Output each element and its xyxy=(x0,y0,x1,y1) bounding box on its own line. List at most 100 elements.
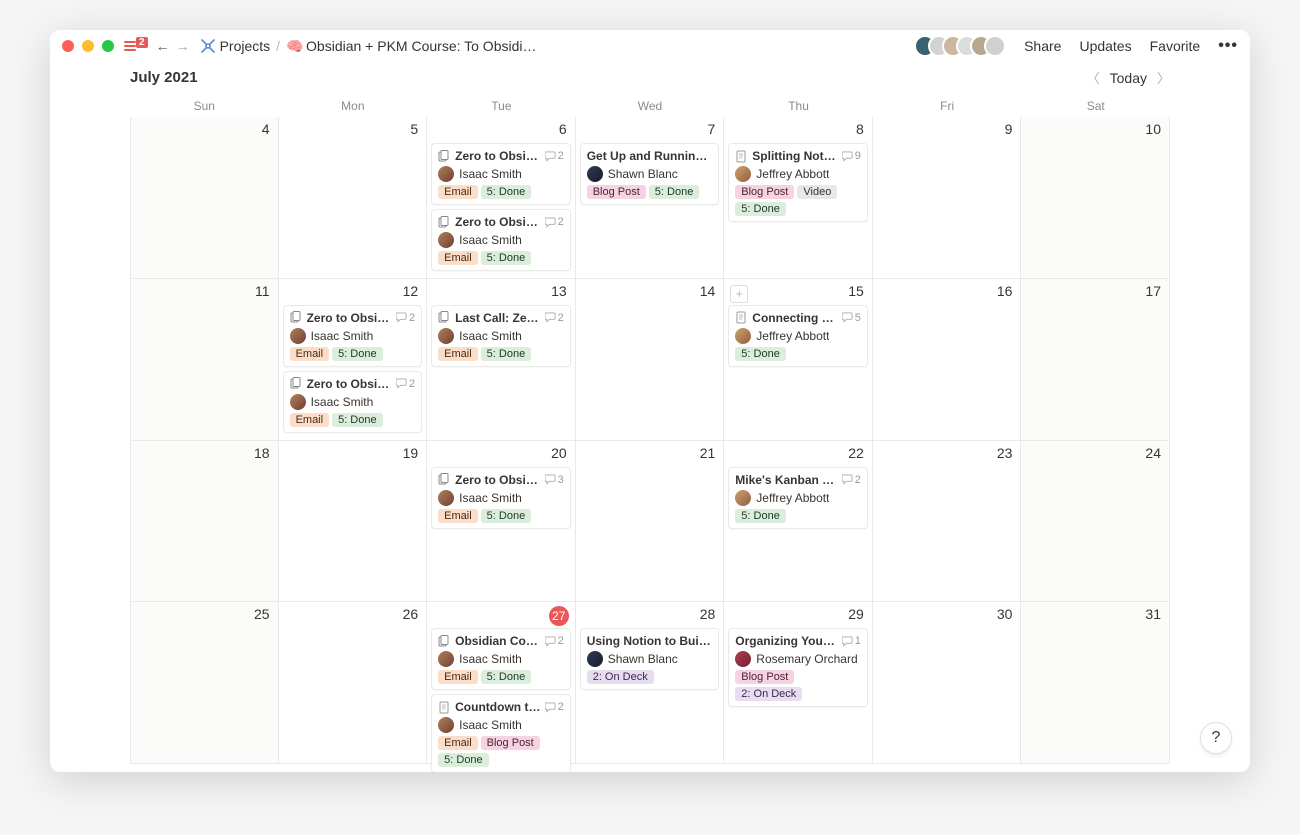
calendar-cell[interactable]: 4+ xyxy=(130,117,279,279)
next-month[interactable]: 〉 xyxy=(1157,68,1170,87)
breadcrumb-root[interactable]: Projects xyxy=(200,38,271,54)
calendar-cell[interactable]: 10+ xyxy=(1021,117,1170,279)
task-notification-icon[interactable]: 2 xyxy=(124,38,148,54)
calendar-cell[interactable]: 18+ xyxy=(130,441,279,603)
date-number: 8 xyxy=(856,121,864,137)
tag: 5: Done xyxy=(649,185,700,199)
tag: 5: Done xyxy=(481,670,532,684)
assignee-row: Jeffrey Abbott xyxy=(735,166,861,182)
collaborator-avatar[interactable] xyxy=(984,35,1006,57)
calendar-cell[interactable]: 26+ xyxy=(279,602,428,764)
calendar-card[interactable]: Organizing Your Ob…1Rosemary OrchardBlog… xyxy=(728,628,868,707)
calendar-cell[interactable]: 7+Get Up and Running Wit…Shawn BlancBlog… xyxy=(576,117,725,279)
calendar-card[interactable]: Zero to Obsidian…3Isaac SmithEmail5: Don… xyxy=(431,467,571,529)
calendar-card[interactable]: Zero to Obsidian…2Isaac SmithEmail5: Don… xyxy=(431,143,571,205)
collaborator-avatars[interactable] xyxy=(914,35,1006,57)
tag: 5: Done xyxy=(332,347,383,361)
calendar-grid: 4+5+6+Zero to Obsidian…2Isaac SmithEmail… xyxy=(50,117,1250,772)
date-number: 4 xyxy=(262,121,270,137)
share-button[interactable]: Share xyxy=(1024,38,1061,54)
calendar-cell[interactable]: 8+Splitting Notes i…9Jeffrey AbbottBlog … xyxy=(724,117,873,279)
calendar-card[interactable]: Zero to Obsidian…2Isaac SmithEmail5: Don… xyxy=(283,371,423,433)
calendar-cell[interactable]: 16+ xyxy=(873,279,1022,441)
calendar-cell[interactable]: 20+Zero to Obsidian…3Isaac SmithEmail5: … xyxy=(427,441,576,603)
assignee-name: Isaac Smith xyxy=(311,329,374,343)
calendar-cell[interactable]: 11+ xyxy=(130,279,279,441)
calendar-cell[interactable]: 6+Zero to Obsidian…2Isaac SmithEmail5: D… xyxy=(427,117,576,279)
maximize-window[interactable] xyxy=(102,40,114,52)
comment-count: 1 xyxy=(842,635,861,647)
help-button[interactable]: ? xyxy=(1200,722,1232,754)
date-number: 13 xyxy=(551,283,567,299)
card-title-row: Last Call: Zero t… 2 xyxy=(438,311,564,325)
calendar-cell[interactable]: 30+ xyxy=(873,602,1022,764)
day-header: Sun xyxy=(130,95,279,117)
assignee-name: Isaac Smith xyxy=(459,652,522,666)
document-icon xyxy=(438,701,451,714)
favorite-button[interactable]: Favorite xyxy=(1150,38,1201,54)
calendar-card[interactable]: Connecting Notes5Jeffrey Abbott5: Done xyxy=(728,305,868,367)
assignee-avatar xyxy=(438,328,454,344)
calendar-cell[interactable]: 19+ xyxy=(279,441,428,603)
tag: 5: Done xyxy=(735,509,786,523)
more-menu-icon[interactable]: ••• xyxy=(1218,37,1238,55)
assignee-avatar xyxy=(438,717,454,733)
add-card-button[interactable]: + xyxy=(730,285,748,303)
card-title-row: Organizing Your Ob…1 xyxy=(735,634,861,648)
calendar-cell[interactable]: 14+ xyxy=(576,279,725,441)
tags-row: Email5: Done xyxy=(438,251,564,265)
calendar-cell[interactable]: 15 + Connecting Notes5Jeffrey Abbott5: Don… xyxy=(724,279,873,441)
date-number: 5 xyxy=(410,121,418,137)
calendar-card[interactable]: Last Call: Zero t…2Isaac SmithEmail5: Do… xyxy=(431,305,571,367)
date-number: 24 xyxy=(1145,445,1161,461)
calendar-card[interactable]: Obsidian Course…2Isaac SmithEmail5: Done xyxy=(431,628,571,690)
calendar-cell[interactable]: 29+Organizing Your Ob…1Rosemary OrchardB… xyxy=(724,602,873,764)
calendar-cell[interactable]: 9+ xyxy=(873,117,1022,279)
comment-count: 2 xyxy=(545,312,564,324)
calendar-cell[interactable]: 12+Zero to Obsidian…2Isaac SmithEmail5: … xyxy=(279,279,428,441)
calendar-cell[interactable]: 22+Mike's Kanban Writ…2Jeffrey Abbott5: … xyxy=(724,441,873,603)
calendar-card[interactable]: Get Up and Running Wit…Shawn BlancBlog P… xyxy=(580,143,720,205)
calendar-cell[interactable]: 24+ xyxy=(1021,441,1170,603)
calendar-cell[interactable]: 21+ xyxy=(576,441,725,603)
pages-icon xyxy=(438,473,451,486)
calendar-cell[interactable]: 25+ xyxy=(130,602,279,764)
close-window[interactable] xyxy=(62,40,74,52)
days-header: SunMonTueWedThuFriSat xyxy=(50,95,1250,117)
tags-row: Blog PostVideo5: Done xyxy=(735,185,861,216)
tags-row: 5: Done xyxy=(735,347,861,361)
breadcrumb-page[interactable]: 🧠 Obsidian + PKM Course: To Obsidi… xyxy=(286,38,536,54)
calendar-cell[interactable]: 23+ xyxy=(873,441,1022,603)
calendar-cell[interactable]: 5+ xyxy=(279,117,428,279)
calendar-cell[interactable]: 13+Last Call: Zero t…2Isaac SmithEmail5:… xyxy=(427,279,576,441)
nav-back[interactable]: ← xyxy=(156,38,170,54)
calendar-cell[interactable]: 17+ xyxy=(1021,279,1170,441)
assignee-name: Isaac Smith xyxy=(459,718,522,732)
calendar-card[interactable]: Splitting Notes i…9Jeffrey AbbottBlog Po… xyxy=(728,143,868,222)
comment-count: 2 xyxy=(545,216,564,228)
calendar-cell[interactable]: 28+Using Notion to Build O…Shawn Blanc2:… xyxy=(576,602,725,764)
calendar-card[interactable]: Zero to Obsidian…2Isaac SmithEmail5: Don… xyxy=(431,209,571,271)
calendar-cell[interactable]: 31+ xyxy=(1021,602,1170,764)
today-button[interactable]: Today xyxy=(1110,70,1147,86)
prev-month[interactable]: 〈 xyxy=(1087,68,1100,87)
date-number: 22 xyxy=(848,445,864,461)
updates-button[interactable]: Updates xyxy=(1079,38,1131,54)
date-number: 15 xyxy=(848,283,864,299)
nav-forward[interactable]: → xyxy=(176,38,190,54)
breadcrumb-page-label: Obsidian + PKM Course: To Obsidi… xyxy=(306,38,536,54)
calendar-card[interactable]: Zero to Obsidian…2Isaac SmithEmail5: Don… xyxy=(283,305,423,367)
minimize-window[interactable] xyxy=(82,40,94,52)
comment-count: 9 xyxy=(842,150,861,162)
tag: Email xyxy=(438,185,478,199)
calendar-card[interactable]: Using Notion to Build O…Shawn Blanc2: On… xyxy=(580,628,720,690)
calendar-card[interactable]: Mike's Kanban Writ…2Jeffrey Abbott5: Don… xyxy=(728,467,868,529)
tag: Blog Post xyxy=(735,185,794,199)
assignee-avatar xyxy=(438,651,454,667)
card-title: Last Call: Zero t… xyxy=(455,311,540,325)
date-number: 31 xyxy=(1145,606,1161,622)
calendar-card[interactable]: Countdown to P…2Isaac SmithEmailBlog Pos… xyxy=(431,694,571,772)
calendar-cell[interactable]: 27+Obsidian Course…2Isaac SmithEmail5: D… xyxy=(427,602,576,764)
tools-icon xyxy=(200,38,216,54)
date-number: 27 xyxy=(549,606,569,626)
